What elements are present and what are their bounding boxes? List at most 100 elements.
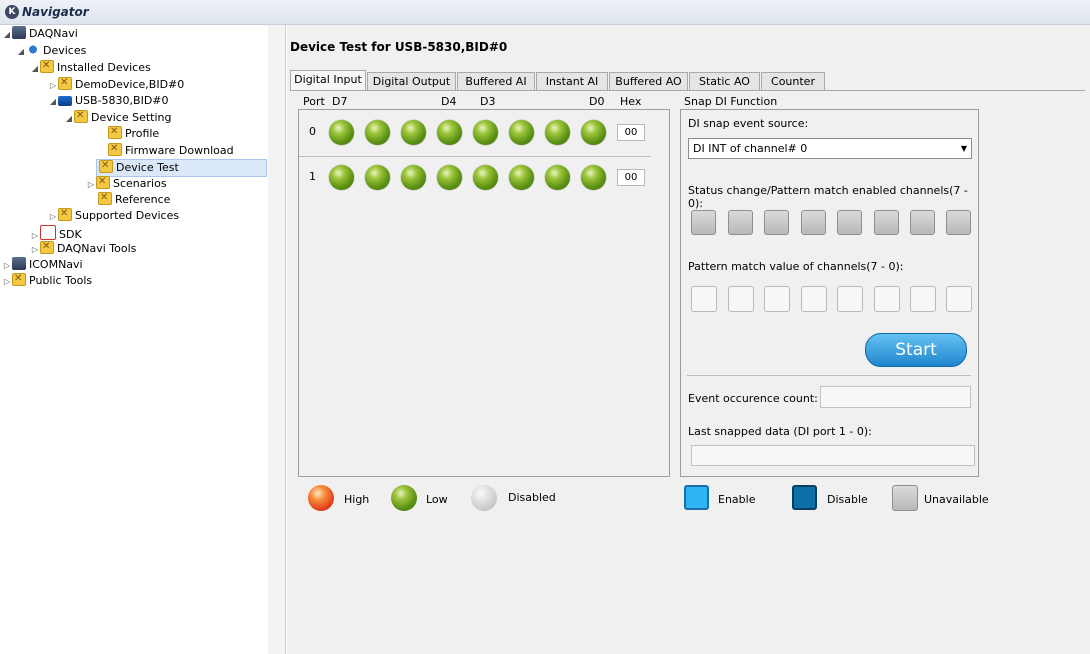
snap-source-label: DI snap event source: (688, 117, 809, 130)
expand-arrow-icon[interactable]: ▷ (86, 177, 96, 193)
enabled-channel-6[interactable] (728, 210, 753, 235)
di-led-port0-bit2[interactable] (509, 120, 534, 145)
enabled-channels-label: Status change/Pattern match enabled chan… (688, 184, 968, 210)
enabled-channel-0[interactable] (946, 210, 971, 235)
tree-item-label: Scenarios (113, 177, 167, 190)
expand-arrow-icon[interactable]: ◢ (48, 94, 58, 110)
tree-item-sdk[interactable]: ▷ SDK (30, 225, 82, 241)
pattern-channel-4[interactable] (801, 286, 827, 312)
legend-disabled-led-icon (471, 485, 497, 511)
expand-arrow-icon[interactable]: ◢ (2, 27, 12, 43)
sdk-icon (40, 225, 56, 240)
tab-digital-input[interactable]: Digital Input (290, 70, 366, 90)
tree-item-label: Installed Devices (57, 61, 151, 74)
tree-item-firmware-download[interactable]: Firmware Download (108, 141, 234, 159)
enabled-channel-1[interactable] (910, 210, 935, 235)
pattern-channel-2[interactable] (874, 286, 900, 312)
tree-item-public-tools[interactable]: ▷ Public Tools (2, 271, 92, 290)
expand-arrow-icon[interactable]: ◢ (30, 61, 40, 77)
di-led-port1-bit1[interactable] (545, 165, 570, 190)
chevron-down-icon: ▼ (960, 144, 967, 153)
di-led-port1-bit5[interactable] (401, 165, 426, 190)
pattern-channel-7[interactable] (691, 286, 717, 312)
di-led-port0-bit6[interactable] (365, 120, 390, 145)
legend-enable-label: Enable (718, 493, 756, 506)
bit-d4-header: D4 (441, 95, 457, 108)
di-led-port1-bit3[interactable] (473, 165, 498, 190)
enabled-channel-3[interactable] (837, 210, 862, 235)
enabled-channel-7[interactable] (691, 210, 716, 235)
tree-item-label: Device Test (116, 161, 179, 174)
tree-item-demodevice[interactable]: ▷ DemoDevice,BID#0 (48, 75, 184, 94)
tree-item-profile[interactable]: Profile (108, 124, 159, 142)
snap-di-panel: DI snap event source: DI INT of channel#… (680, 109, 979, 477)
tool-icon (99, 158, 113, 174)
tree-item-label: Devices (43, 44, 87, 57)
tree-item-supported-devices[interactable]: ▷ Supported Devices (48, 206, 179, 225)
pattern-channel-1[interactable] (910, 286, 936, 312)
tree-item-scenarios[interactable]: ▷ Scenarios (86, 174, 167, 193)
last-snapped-field (691, 445, 975, 466)
enabled-channel-5[interactable] (764, 210, 789, 235)
expand-arrow-icon[interactable]: ▷ (48, 209, 58, 225)
tool-icon (108, 141, 122, 157)
di-led-port0-bit5[interactable] (401, 120, 426, 145)
tree-item-daqnavi[interactable]: ◢ DAQNavi (2, 26, 78, 42)
legend-high-label: High (344, 493, 370, 506)
tab-static-ao[interactable]: Static AO (689, 72, 760, 90)
di-led-port1-bit0[interactable] (581, 165, 606, 190)
hex-value-port0: 00 (617, 124, 645, 141)
pattern-channel-6[interactable] (728, 286, 754, 312)
di-led-port0-bit3[interactable] (473, 120, 498, 145)
tool-icon (58, 206, 72, 222)
snap-di-title: Snap DI Function (684, 95, 778, 108)
tab-digital-output[interactable]: Digital Output (367, 72, 456, 90)
di-led-port0-bit0[interactable] (581, 120, 606, 145)
expand-arrow-icon[interactable]: ▷ (30, 242, 40, 258)
tree-item-reference[interactable]: Reference (98, 190, 170, 208)
tab-buffered-ao[interactable]: Buffered AO (609, 72, 688, 90)
legend-unavailable-swatch-icon (892, 485, 918, 511)
device-test-panel: Device Test for USB-5830,BID#0 Digital I… (287, 25, 1090, 654)
pattern-channel-3[interactable] (837, 286, 863, 312)
snap-source-select[interactable]: DI INT of channel# 0 ▼ (688, 138, 972, 159)
di-led-port0-bit1[interactable] (545, 120, 570, 145)
expand-arrow-icon[interactable]: ▷ (2, 274, 12, 290)
tree-item-label: Firmware Download (125, 144, 234, 157)
pattern-channel-5[interactable] (764, 286, 790, 312)
di-led-port1-bit2[interactable] (509, 165, 534, 190)
tab-buffered-ai[interactable]: Buffered AI (457, 72, 535, 90)
di-led-port1-bit4[interactable] (437, 165, 462, 190)
di-led-port0-bit4[interactable] (437, 120, 462, 145)
snap-divider (687, 375, 971, 376)
panel-splitter[interactable] (268, 25, 286, 654)
di-led-port1-bit7[interactable] (329, 165, 354, 190)
port-column-header: Port (303, 95, 325, 108)
expand-arrow-icon[interactable]: ▷ (2, 258, 12, 274)
expand-arrow-icon[interactable]: ◢ (64, 111, 74, 127)
port-divider (299, 156, 651, 157)
start-button[interactable]: Start (865, 333, 967, 367)
expand-arrow-icon[interactable]: ▷ (48, 78, 58, 94)
tree-item-daqnavi-tools[interactable]: ▷ DAQNavi Tools (30, 239, 136, 258)
di-led-port0-bit7[interactable] (329, 120, 354, 145)
tool-icon (98, 190, 112, 206)
tree-item-installed-devices[interactable]: ◢ Installed Devices (30, 58, 151, 77)
tab-separator (290, 90, 1085, 91)
tree-item-label: USB-5830,BID#0 (75, 94, 169, 107)
tree-item-usb-5830[interactable]: ◢ USB-5830,BID#0 (48, 93, 169, 109)
tab-instant-ai[interactable]: Instant AI (536, 72, 608, 90)
enabled-channel-2[interactable] (874, 210, 899, 235)
enabled-channel-4[interactable] (801, 210, 826, 235)
expand-arrow-icon[interactable]: ◢ (16, 44, 26, 60)
title-bar: K Navigator (0, 0, 1090, 25)
di-port-panel: 0 00 1 00 (298, 109, 670, 477)
tree-item-devices[interactable]: ◢ Devices (16, 43, 86, 59)
di-led-port1-bit6[interactable] (365, 165, 390, 190)
devices-icon (26, 43, 40, 56)
tree-item-device-test[interactable]: Device Test (96, 158, 267, 177)
pattern-channel-0[interactable] (946, 286, 972, 312)
pattern-value-label: Pattern match value of channels(7 - 0): (688, 260, 904, 273)
tab-counter[interactable]: Counter (761, 72, 825, 90)
port-label: 0 (309, 125, 316, 138)
